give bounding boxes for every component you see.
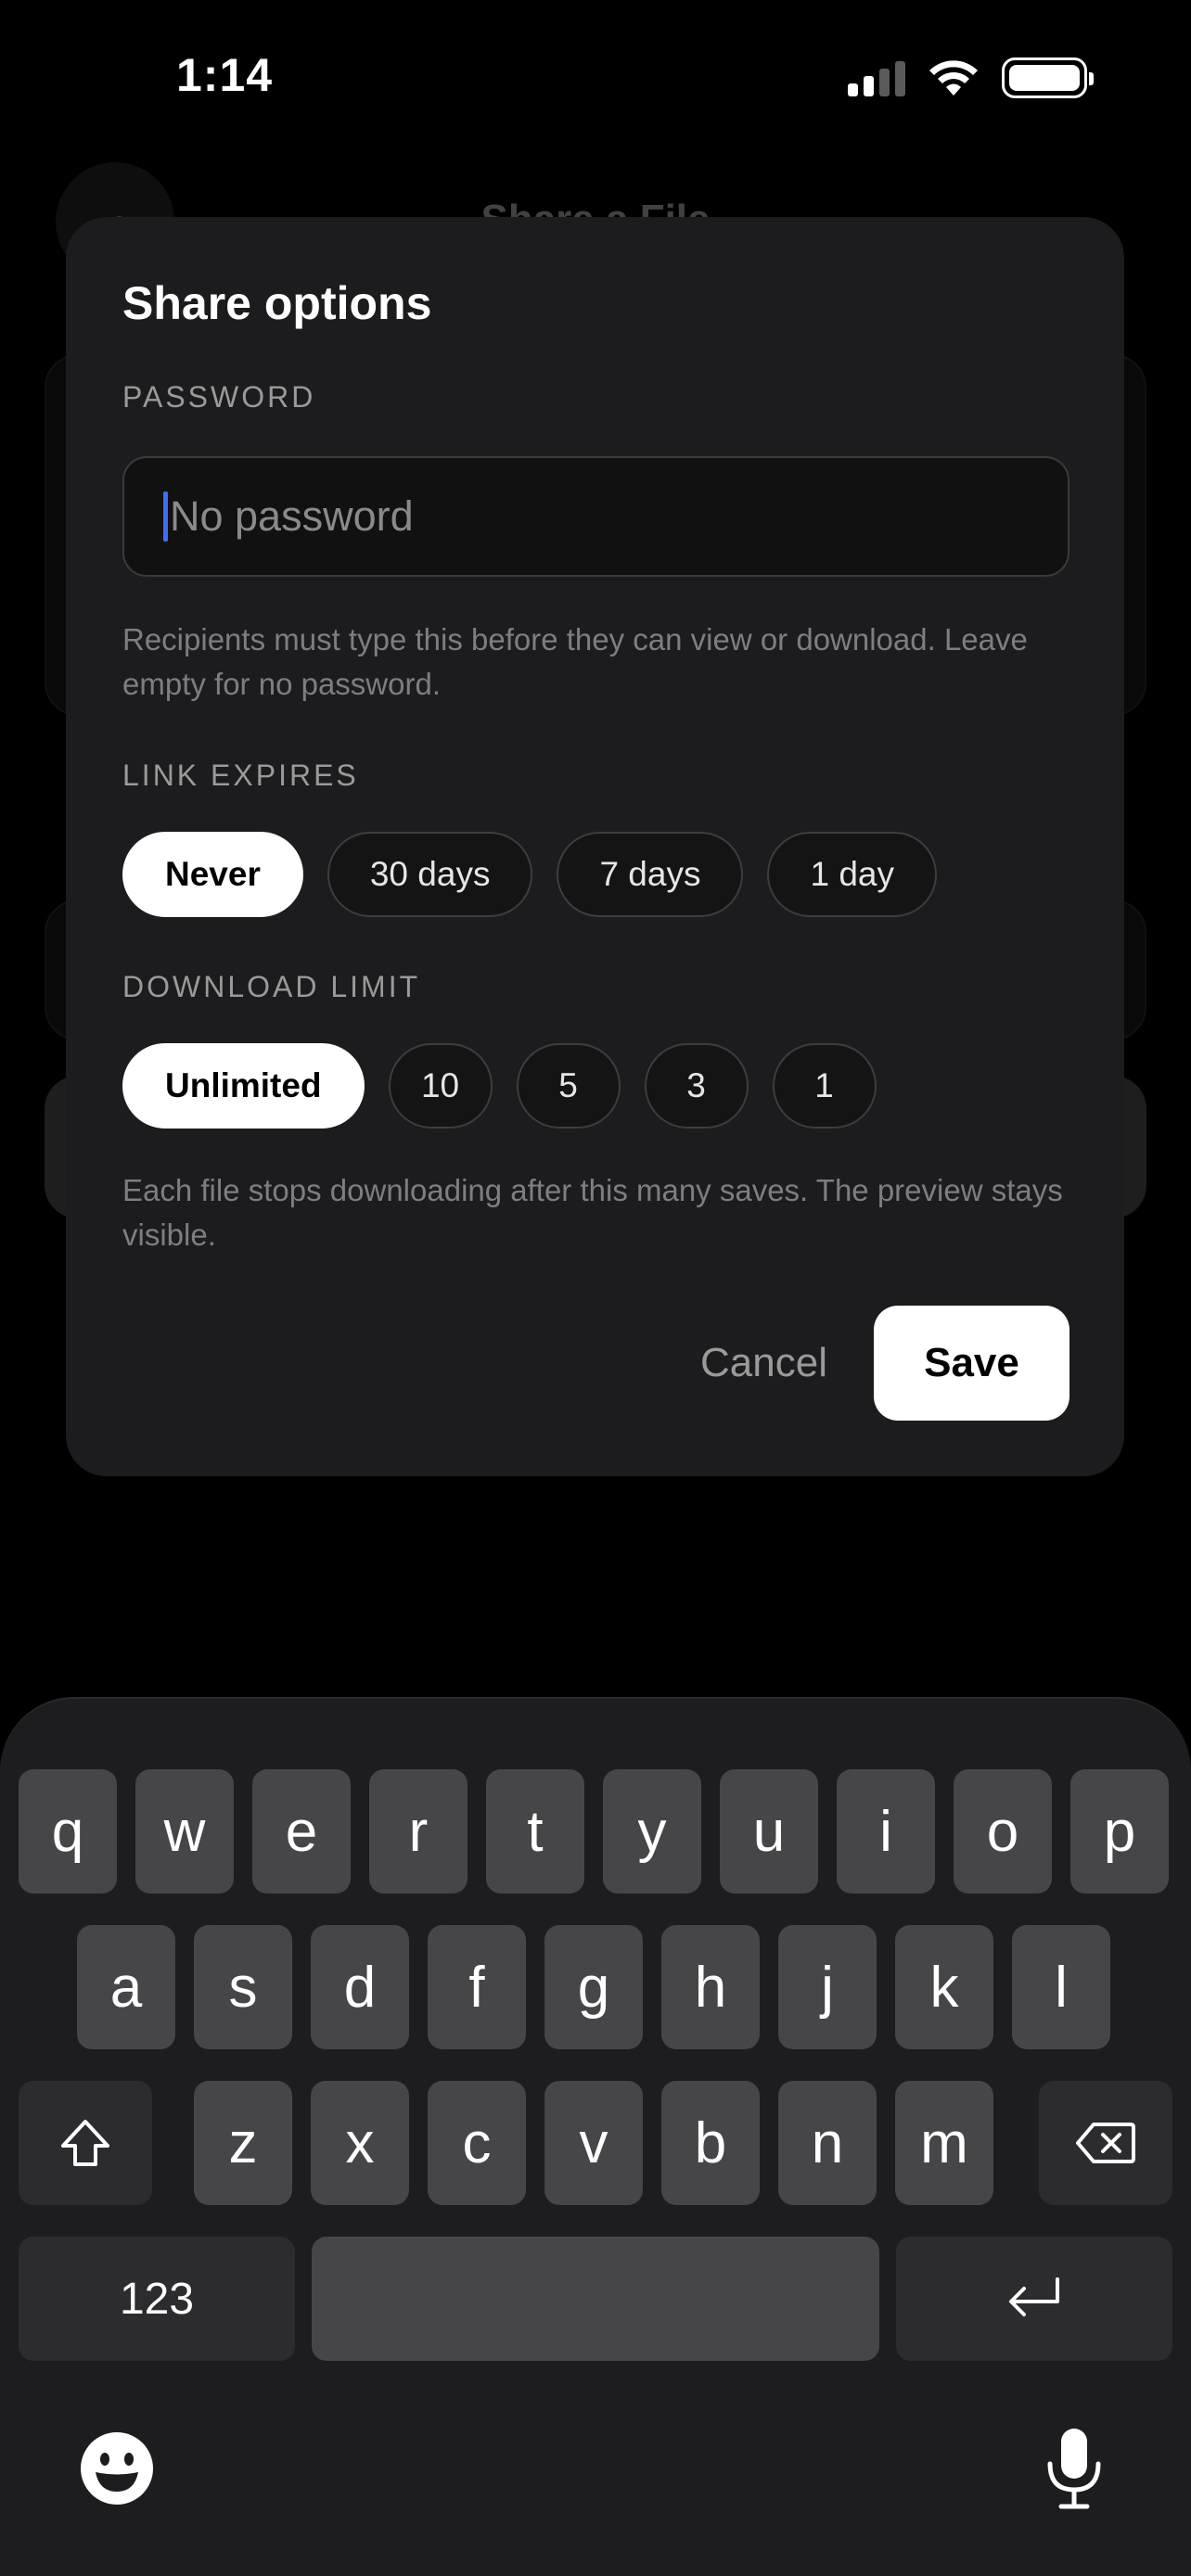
key-c[interactable]: c [428,2081,526,2205]
delete-key[interactable] [1039,2081,1172,2205]
return-key[interactable] [896,2237,1172,2361]
limit-1-chip[interactable]: 1 [772,1043,877,1129]
microphone-icon [1047,2429,1101,2509]
key-n[interactable]: n [778,2081,877,2205]
key-o[interactable]: o [954,1769,1052,1894]
key-e[interactable]: e [252,1769,351,1894]
password-input[interactable] [170,492,1005,541]
key-q[interactable]: q [19,1769,117,1894]
password-field[interactable] [122,456,1069,577]
shift-key[interactable] [19,2081,152,2205]
key-j[interactable]: j [778,1925,877,2049]
text-caret [163,491,168,542]
limit-10-chip[interactable]: 10 [388,1043,493,1129]
cancel-button[interactable]: Cancel [700,1340,827,1386]
key-s[interactable]: s [194,1925,292,2049]
key-y[interactable]: y [603,1769,701,1894]
expires-30-days-chip[interactable]: 30 days [327,832,533,917]
key-t[interactable]: t [486,1769,584,1894]
limit-5-chip[interactable]: 5 [516,1043,621,1129]
expires-1-day-chip[interactable]: 1 day [767,832,937,917]
key-w[interactable]: w [135,1769,234,1894]
key-x[interactable]: x [311,2081,409,2205]
dialog-title: Share options [122,277,432,329]
key-z[interactable]: z [194,2081,292,2205]
password-hint: Recipients must type this before they ca… [122,622,1028,701]
limit-unlimited-chip[interactable]: Unlimited [122,1043,365,1129]
key-d[interactable]: d [311,1925,409,2049]
key-k[interactable]: k [895,1925,993,2049]
limit-3-chip[interactable]: 3 [644,1043,749,1129]
key-l[interactable]: l [1012,1925,1110,2049]
return-icon [1009,2277,1059,2316]
key-h[interactable]: h [661,1925,760,2049]
key-f[interactable]: f [428,1925,526,2049]
download-limit-options: Unlimited 10 5 3 1 [122,1043,877,1129]
key-v[interactable]: v [544,2081,643,2205]
dialog-actions: Cancel Save [700,1306,1069,1421]
key-b[interactable]: b [661,2081,760,2205]
key-i[interactable]: i [837,1769,935,1894]
expires-never-chip[interactable]: Never [122,832,303,917]
link-expires-label: LINK EXPIRES [122,759,359,792]
expires-7-days-chip[interactable]: 7 days [557,832,744,917]
numbers-key[interactable]: 123 [19,2237,295,2361]
key-u[interactable]: u [720,1769,818,1894]
link-expires-options: Never 30 days 7 days 1 day [122,832,937,917]
space-key[interactable] [312,2237,879,2361]
key-p[interactable]: p [1070,1769,1169,1894]
download-limit-label: DOWNLOAD LIMIT [122,970,421,1003]
emoji-button[interactable] [74,2426,160,2511]
onscreen-keyboard: q w e r t y u i o p a s d f g h j k l z … [0,1697,1191,2576]
emoji-icon [81,2432,153,2505]
download-limit-hint: Each file stops downloading after this m… [122,1173,1063,1252]
password-label: PASSWORD [122,380,316,414]
dictation-button[interactable] [1031,2420,1117,2517]
save-button[interactable]: Save [874,1306,1069,1421]
key-r[interactable]: r [369,1769,467,1894]
delete-icon [1076,2123,1135,2163]
key-m[interactable]: m [895,2081,993,2205]
share-options-dialog: Share options PASSWORD Recipients must t… [66,217,1124,1476]
key-a[interactable]: a [77,1925,175,2049]
key-g[interactable]: g [544,1925,643,2049]
shift-icon [61,2120,109,2166]
